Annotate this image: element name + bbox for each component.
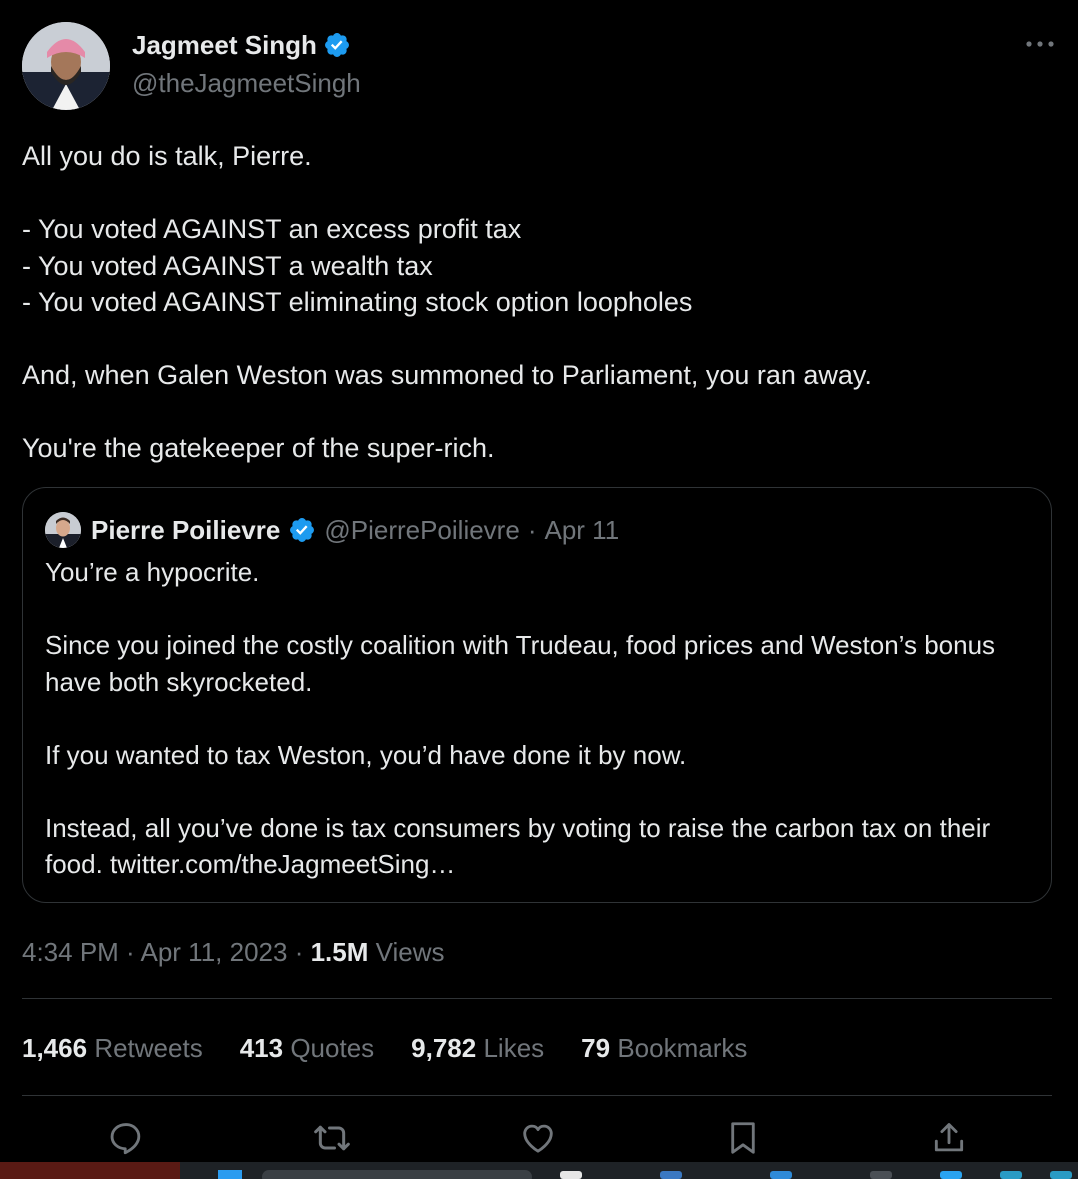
taskbar-app-icon[interactable] (1050, 1171, 1072, 1179)
stat-label: Bookmarks (617, 1033, 748, 1063)
quoted-tweet-header: Pierre Poilievre @PierrePoilievre · Apr … (45, 512, 619, 548)
stat-label: Quotes (290, 1033, 375, 1063)
more-options-button[interactable] (1024, 34, 1056, 54)
quote-blank-line (45, 773, 1035, 810)
quoted-tweet-text: You’re a hypocrite. Since you joined the… (45, 554, 1035, 883)
quoted-tweet-card[interactable]: Pierre Poilievre @PierrePoilievre · Apr … (22, 487, 1052, 903)
windows-start-icon[interactable] (218, 1170, 242, 1179)
taskbar-search-box[interactable] (262, 1170, 532, 1179)
divider (22, 1095, 1052, 1096)
taskbar-app-icon[interactable] (1000, 1171, 1022, 1179)
stat-label: Likes (483, 1033, 545, 1063)
tweet-line: And, when Galen Weston was summoned to P… (22, 360, 872, 390)
bookmark-icon (731, 1122, 755, 1154)
quoted-author-handle[interactable]: @PierrePoilievre (324, 515, 519, 546)
like-button[interactable] (516, 1116, 560, 1160)
reply-icon (110, 1123, 141, 1155)
taskbar-wallpaper-strip (0, 1162, 180, 1179)
stat-label: Retweets (94, 1033, 203, 1063)
quote-line: Instead, all you’ve done is tax consumer… (45, 812, 991, 880)
taskbar-app-icon[interactable] (870, 1171, 892, 1179)
reply-button[interactable] (104, 1116, 148, 1160)
verified-badge-icon (288, 516, 316, 544)
taskbar-app-icon[interactable] (660, 1171, 682, 1179)
quoted-author-name[interactable]: Pierre Poilievre (91, 515, 280, 546)
quote-line: If you wanted to tax Weston, you’d have … (45, 739, 687, 770)
bookmark-button[interactable] (721, 1116, 765, 1160)
tweet-line: You're the gatekeeper of the super-rich. (22, 433, 495, 463)
meta-separator: · (118, 937, 141, 967)
share-icon (934, 1123, 964, 1152)
engagement-stats: 1,466 Retweets 413 Quotes 9,782 Likes 79… (22, 1030, 747, 1066)
tweet-line: - You voted AGAINST an excess profit tax (22, 214, 522, 244)
retweet-button[interactable] (310, 1116, 354, 1160)
os-taskbar (0, 1162, 1078, 1179)
more-icon (1026, 41, 1054, 47)
stat-bookmarks[interactable]: 79 Bookmarks (581, 1030, 747, 1066)
tweet-line: All you do is talk, Pierre. (22, 141, 312, 171)
tweet-meta: 4:34 PM · Apr 11, 2023 · 1.5M Views (22, 934, 445, 970)
quote-blank-line (45, 591, 1035, 628)
taskbar-app-icon[interactable] (770, 1171, 792, 1179)
author-display-name[interactable]: Jagmeet Singh (132, 30, 317, 60)
tweet-text: All you do is talk, Pierre. - You voted … (22, 138, 1052, 467)
quoted-separator: · (527, 514, 537, 545)
action-bar (22, 1112, 1052, 1162)
tweet-date[interactable]: Apr 11, 2023 (141, 937, 288, 967)
stat-count: 413 (239, 1033, 284, 1063)
author-avatar[interactable] (22, 22, 110, 110)
quoted-date[interactable]: Apr 11 (544, 515, 619, 546)
meta-separator: · (287, 937, 311, 967)
retweet-icon (314, 1125, 350, 1151)
quote-line: Since you joined the costly coalition wi… (45, 630, 996, 697)
stat-likes[interactable]: 9,782 Likes (411, 1030, 544, 1066)
quote-blank-line (45, 700, 1035, 737)
stat-quotes[interactable]: 413 Quotes (240, 1030, 374, 1066)
share-button[interactable] (927, 1116, 971, 1160)
views-label: Views (368, 937, 445, 967)
stat-count: 79 (581, 1033, 611, 1063)
views-count: 1.5M (310, 937, 369, 967)
stat-retweets[interactable]: 1,466 Retweets (22, 1030, 203, 1066)
stat-count: 9,782 (411, 1033, 477, 1063)
taskbar-app-icon[interactable] (560, 1171, 582, 1179)
divider (22, 998, 1052, 999)
verified-badge-icon (323, 31, 351, 59)
tweet-time[interactable]: 4:34 PM (22, 937, 119, 967)
taskbar-app-icon[interactable] (940, 1171, 962, 1179)
author-handle[interactable]: @theJagmeetSingh (132, 68, 361, 98)
tweet-header: Jagmeet Singh @theJagmeetSingh (22, 22, 1056, 110)
tweet-line: - You voted AGAINST eliminating stock op… (22, 287, 693, 317)
quoted-author-avatar (45, 512, 81, 548)
tweet-line: - You voted AGAINST a wealth tax (22, 250, 433, 281)
stat-count: 1,466 (22, 1033, 88, 1063)
like-icon (523, 1124, 553, 1153)
quote-line: You’re a hypocrite. (45, 557, 260, 587)
